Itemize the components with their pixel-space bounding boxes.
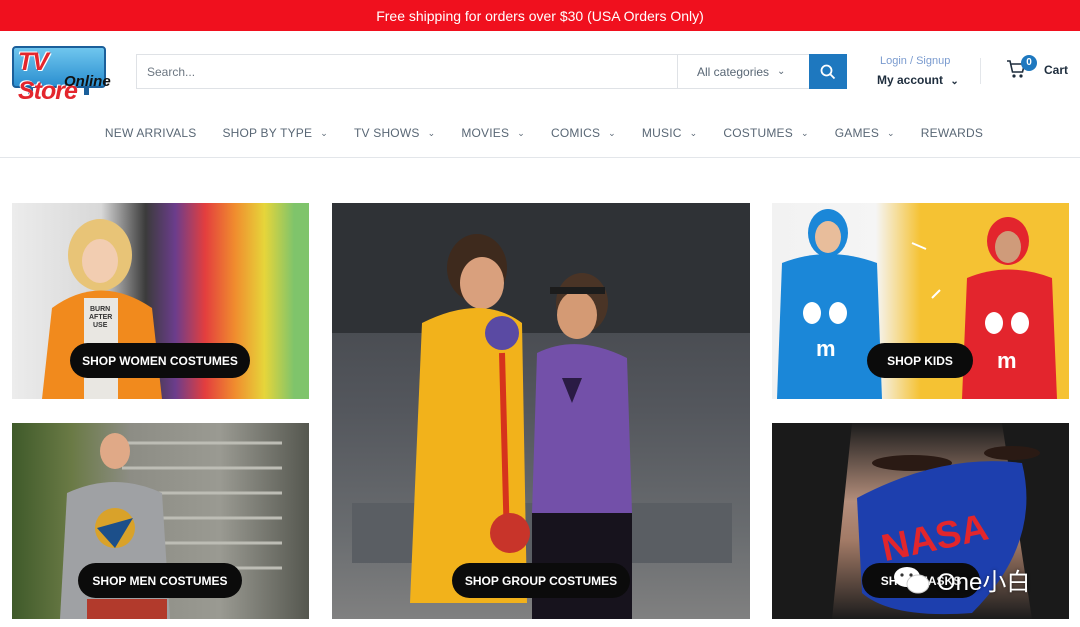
wechat-icon bbox=[894, 566, 930, 593]
chevron-down-icon: ⌄ bbox=[517, 127, 525, 138]
search-input[interactable] bbox=[137, 55, 677, 88]
nav-label: COSTUMES bbox=[723, 126, 793, 140]
chevron-down-icon: ⌄ bbox=[427, 127, 436, 138]
site-header: TV Store Online All categories ⌄ Login /… bbox=[0, 31, 1080, 109]
category-select[interactable]: All categories ⌄ bbox=[677, 55, 809, 88]
cart-label: Cart bbox=[1044, 62, 1069, 77]
tile-kids[interactable]: m m SHOP KIDS bbox=[772, 203, 1069, 399]
nav-label: COMICS bbox=[550, 126, 601, 140]
svg-text:USE: USE bbox=[93, 322, 108, 329]
search-bar: All categories ⌄ bbox=[136, 54, 847, 89]
logo-subtext: Online bbox=[64, 73, 111, 90]
nav-label: MOVIES bbox=[461, 126, 510, 140]
chevron-down-icon: ⌄ bbox=[800, 127, 809, 138]
shop-women-button[interactable]: SHOP WOMEN COSTUMES bbox=[70, 343, 250, 378]
nav-item-tv-shows[interactable]: TV SHOWS ⌄ bbox=[341, 109, 448, 157]
svg-text:BURN: BURN bbox=[90, 306, 110, 313]
svg-text:AFTER: AFTER bbox=[89, 314, 112, 321]
nav-item-costumes[interactable]: COSTUMES ⌄ bbox=[710, 109, 821, 157]
nav-item-music[interactable]: MUSIC ⌄ bbox=[629, 109, 710, 157]
cart-button[interactable]: 0 Cart bbox=[1006, 55, 1069, 79]
header-divider bbox=[980, 58, 981, 84]
search-button[interactable] bbox=[809, 54, 847, 89]
watermark: One小白 bbox=[893, 562, 1030, 597]
nav-label: SHOP BY TYPE bbox=[222, 126, 313, 140]
nav-item-comics[interactable]: COMICS ⌄ bbox=[538, 109, 629, 157]
chevron-down-icon: ⌄ bbox=[689, 127, 698, 138]
search-icon bbox=[820, 64, 836, 79]
nav-item-shop-by-type[interactable]: SHOP BY TYPE ⌄ bbox=[209, 109, 341, 157]
chevron-down-icon: ⌄ bbox=[608, 127, 616, 138]
nav-label: REWARDS bbox=[920, 126, 984, 140]
watermark-text: One小白 bbox=[937, 569, 1031, 596]
chevron-down-icon: ⌄ bbox=[777, 66, 786, 77]
tile-men-costumes[interactable]: SHOP MEN COSTUMES bbox=[12, 423, 309, 619]
svg-text:m: m bbox=[997, 348, 1017, 373]
chevron-down-icon: ⌄ bbox=[320, 127, 328, 138]
nav-item-new-arrivals[interactable]: NEW ARRIVALS bbox=[92, 109, 210, 157]
nav-label: NEW ARRIVALS bbox=[104, 126, 197, 140]
shop-kids-button[interactable]: SHOP KIDS bbox=[867, 343, 973, 378]
store-logo[interactable]: TV Store Online bbox=[12, 46, 111, 105]
shop-men-button[interactable]: SHOP MEN COSTUMES bbox=[78, 563, 242, 598]
nav-label: GAMES bbox=[834, 126, 880, 140]
svg-text:m: m bbox=[816, 336, 836, 361]
tile-group-costumes[interactable]: SHOP GROUP COSTUMES bbox=[332, 203, 750, 619]
shop-group-button[interactable]: SHOP GROUP COSTUMES bbox=[452, 563, 630, 598]
nav-item-rewards[interactable]: REWARDS bbox=[908, 109, 996, 157]
nav-item-games[interactable]: GAMES ⌄ bbox=[822, 109, 908, 157]
my-account-dropdown[interactable]: My account ⌄ bbox=[877, 73, 959, 87]
my-account-label: My account bbox=[877, 73, 944, 87]
chevron-down-icon: ⌄ bbox=[950, 76, 959, 87]
account-menu[interactable]: Login / Signup My account ⌄ bbox=[877, 55, 959, 87]
main-nav: NEW ARRIVALS SHOP BY TYPE ⌄ TV SHOWS ⌄ MOV… bbox=[0, 109, 1080, 158]
nav-item-movies[interactable]: MOVIES ⌄ bbox=[448, 109, 538, 157]
cart-count-badge: 0 bbox=[1021, 55, 1037, 71]
promo-banner: Free shipping for orders over $30 (USA O… bbox=[0, 0, 1080, 31]
promo-text: Free shipping for orders over $30 (USA O… bbox=[376, 7, 704, 24]
chevron-down-icon: ⌄ bbox=[887, 127, 895, 138]
model-photo bbox=[332, 203, 750, 619]
category-select-value: All categories bbox=[697, 64, 770, 79]
nav-label: TV SHOWS bbox=[353, 126, 420, 140]
login-signup-link[interactable]: Login / Signup bbox=[877, 55, 959, 67]
nav-label: MUSIC bbox=[641, 126, 682, 140]
tile-women-costumes[interactable]: BURN AFTER USE SHOP WOMEN COSTUMES bbox=[12, 203, 309, 399]
